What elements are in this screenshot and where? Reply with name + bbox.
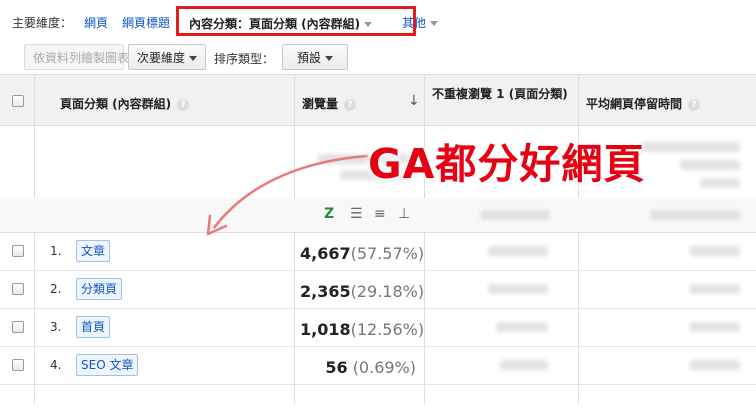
row-number: 3. [50,320,62,334]
header-pageviews[interactable]: 瀏覽量? [302,95,357,112]
row-pageviews: 56 (0.69%) [325,358,416,377]
chevron-down-icon [364,22,373,27]
redacted-value [690,284,740,294]
annotation-arrow [206,154,369,236]
dimension-link-other[interactable]: 其他 [402,14,439,31]
chevron-down-icon [189,56,198,61]
row-dimension-link[interactable]: 首頁 [76,316,111,338]
redacted-value [640,142,740,152]
table-row[interactable]: 2. 分類頁 2,365(29.18%) [0,270,756,309]
header-unique-pageviews[interactable]: 不重複瀏覽 1 (頁面分類) [432,85,572,102]
chevron-down-icon [325,56,333,61]
row-dimension-link[interactable]: SEO 文章 [76,354,139,376]
redacted-value [500,360,548,370]
arrow-curve [213,154,369,229]
pivot-icon[interactable]: ⊥ [398,206,410,222]
sort-descending-icon[interactable]: ↓ [408,93,420,109]
header-dimension[interactable]: 頁面分類 (內容群組)? [60,95,190,112]
redacted-value [488,284,548,294]
redacted-value [650,210,740,220]
row-pageviews: 2,365(29.18%) [300,282,425,301]
header-avg-time[interactable]: 平均網頁停留時間? [586,95,701,112]
row-number: 4. [50,358,62,372]
dimension-link-page-title[interactable]: 網頁標題 [122,14,170,31]
redacted-value [690,322,740,332]
dimension-link-page[interactable]: 網頁 [84,14,108,31]
redacted-value [700,178,740,188]
row-pageviews: 1,018(12.56%) [300,320,425,339]
row-checkbox[interactable] [12,321,24,333]
table-row[interactable]: 3. 首頁 1,018(12.56%) [0,308,756,347]
row-checkbox[interactable] [12,245,24,257]
row-dimension-link[interactable]: 分類頁 [76,278,123,300]
row-checkbox[interactable] [12,283,24,295]
redacted-value [690,246,740,256]
sort-type-dropdown[interactable]: 預設 [282,44,348,70]
help-icon[interactable]: ? [177,98,190,111]
table-header: 頁面分類 (內容群組)? 瀏覽量? ↓ 不重複瀏覽 1 (頁面分類) 平均網頁停… [0,74,756,126]
table-row[interactable]: 4. SEO 文章 56 (0.69%) [0,346,756,385]
chevron-down-icon [430,21,439,26]
secondary-dimension-dropdown[interactable]: 次要維度 [128,44,206,70]
sort-type-label: 排序類型： [214,52,275,66]
redacted-value [496,322,548,332]
help-icon[interactable]: ? [344,98,357,111]
active-dimension-highlight[interactable]: 內容分類：頁面分類 (內容群組) [176,6,416,36]
redacted-value [480,210,550,220]
row-pageviews: 4,667(57.57%) [300,244,425,263]
row-dimension-link[interactable]: 文章 [76,240,111,262]
primary-dimension-bar: 主要維度： 網頁 網頁標題 內容分類：頁面分類 (內容群組) 其他 [0,0,756,42]
row-number: 1. [50,244,62,258]
plot-rows-button[interactable]: 依資料列繪製圖表 [24,44,129,70]
select-all-checkbox[interactable] [12,95,24,107]
active-dimension-label: 內容分類：頁面分類 (內容群組) [189,17,361,31]
redacted-value [488,246,548,256]
redacted-value [680,160,740,170]
row-number: 2. [50,282,62,296]
redacted-value [690,360,740,370]
primary-dimension-label: 主要維度： [12,16,73,30]
annotation-text: GA都分好網頁 [368,140,646,188]
help-icon[interactable]: ? [688,98,701,111]
row-checkbox[interactable] [12,359,24,371]
